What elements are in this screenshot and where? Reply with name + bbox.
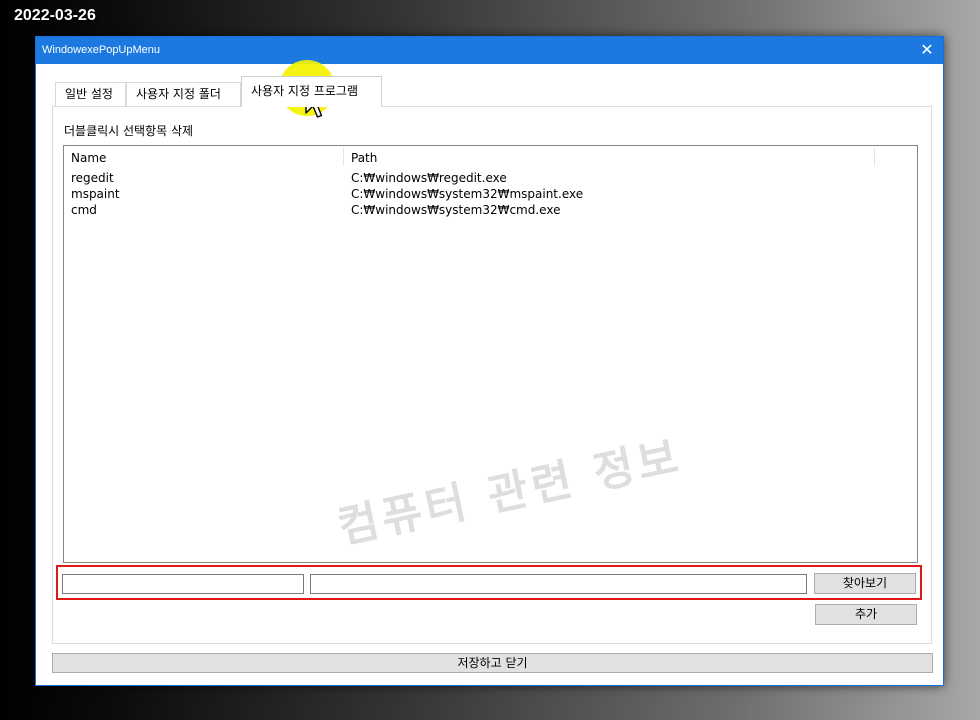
list-item[interactable]: mspaint C:₩windows₩system32₩mspaint.exe [64, 186, 917, 202]
title-bar[interactable]: WindowexePopUpMenu ✕ [36, 37, 943, 64]
column-header-path[interactable]: Path [351, 151, 377, 165]
window-title: WindowexePopUpMenu [42, 44, 161, 56]
item-path: C:₩windows₩regedit.exe [351, 171, 507, 185]
tab-general-settings[interactable]: 일반 설정 [55, 82, 126, 106]
list-item[interactable]: regedit C:₩windows₩regedit.exe [64, 170, 917, 186]
watermark-text: 컴퓨터 관련 정보 [333, 431, 687, 554]
window-client: 일반 설정 사용자 지정 폴더 사용자 지정 프로그램 더블클릭시 선택항목 삭… [36, 64, 943, 685]
list-body: regedit C:₩windows₩regedit.exe mspaint C… [64, 170, 917, 218]
column-separator[interactable] [874, 148, 875, 166]
item-path: C:₩windows₩system32₩mspaint.exe [351, 187, 584, 201]
item-path: C:₩windows₩system32₩cmd.exe [351, 203, 561, 217]
column-separator[interactable] [343, 148, 344, 166]
input-highlight-box: 찾아보기 [56, 565, 922, 600]
program-list[interactable]: Name Path regedit C:₩windows₩regedit.exe… [63, 145, 918, 563]
double-click-delete-hint: 더블클릭시 선택항목 삭제 [64, 124, 194, 138]
program-name-input[interactable] [62, 574, 304, 594]
list-item[interactable]: cmd C:₩windows₩system32₩cmd.exe [64, 202, 917, 218]
close-icon[interactable]: ✕ [911, 37, 943, 64]
item-name: regedit [71, 171, 114, 185]
date-stamp: 2022-03-26 [14, 7, 96, 24]
item-name: cmd [71, 203, 97, 217]
tab-panel: 더블클릭시 선택항목 삭제 Name Path regedit C:₩windo… [52, 106, 932, 644]
program-path-input[interactable] [310, 574, 807, 594]
add-button[interactable]: 추가 [815, 604, 917, 625]
list-header: Name Path [64, 146, 917, 168]
column-header-name[interactable]: Name [71, 151, 106, 165]
app-window: WindowexePopUpMenu ✕ 일반 설정 사용자 지정 폴더 사용자… [35, 36, 944, 686]
tab-custom-programs[interactable]: 사용자 지정 프로그램 [241, 76, 382, 107]
save-and-close-button[interactable]: 저장하고 닫기 [52, 653, 933, 673]
browse-button[interactable]: 찾아보기 [814, 573, 916, 594]
item-name: mspaint [71, 187, 120, 201]
tab-custom-folders[interactable]: 사용자 지정 폴더 [126, 82, 241, 106]
